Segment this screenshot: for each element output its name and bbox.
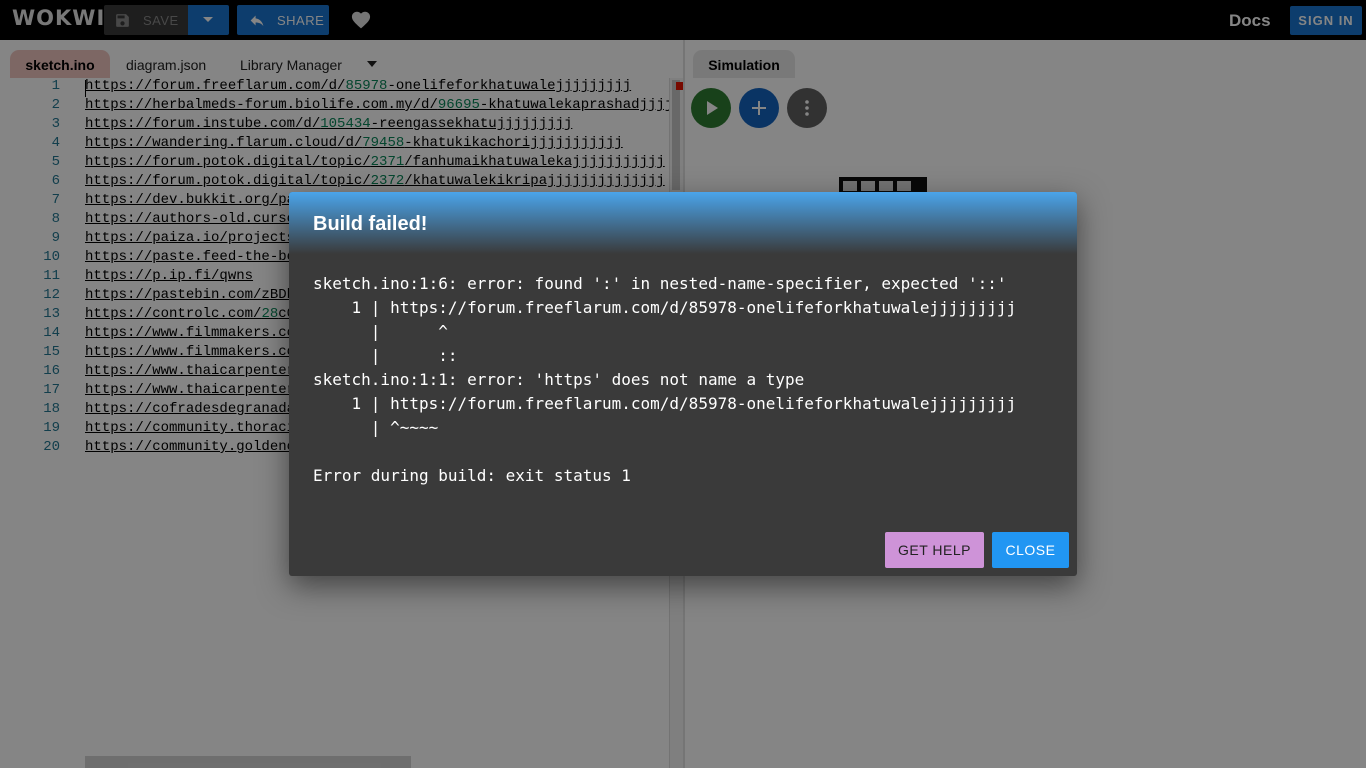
log-line: sketch.ino:1:1: error: 'https' does not … bbox=[313, 370, 805, 389]
get-help-button[interactable]: GET HELP bbox=[885, 532, 984, 568]
dialog-title: Build failed! bbox=[313, 213, 428, 235]
log-line: | ^ bbox=[313, 322, 448, 341]
log-line: Error during build: exit status 1 bbox=[313, 466, 631, 485]
build-failed-dialog: Build failed! sketch.ino:1:6: error: fou… bbox=[289, 192, 1077, 576]
log-line: | :: bbox=[313, 346, 458, 365]
log-line: sketch.ino:1:6: error: found ':' in nest… bbox=[313, 274, 1007, 293]
build-log: sketch.ino:1:6: error: found ':' in nest… bbox=[313, 272, 1063, 488]
log-line: 1 | https://forum.freeflarum.com/d/85978… bbox=[313, 394, 1017, 413]
log-line: | ^~~~~ bbox=[313, 418, 439, 437]
dialog-header: Build failed! bbox=[289, 192, 1077, 254]
log-line: 1 | https://forum.freeflarum.com/d/85978… bbox=[313, 298, 1017, 317]
close-button[interactable]: CLOSE bbox=[992, 532, 1069, 568]
